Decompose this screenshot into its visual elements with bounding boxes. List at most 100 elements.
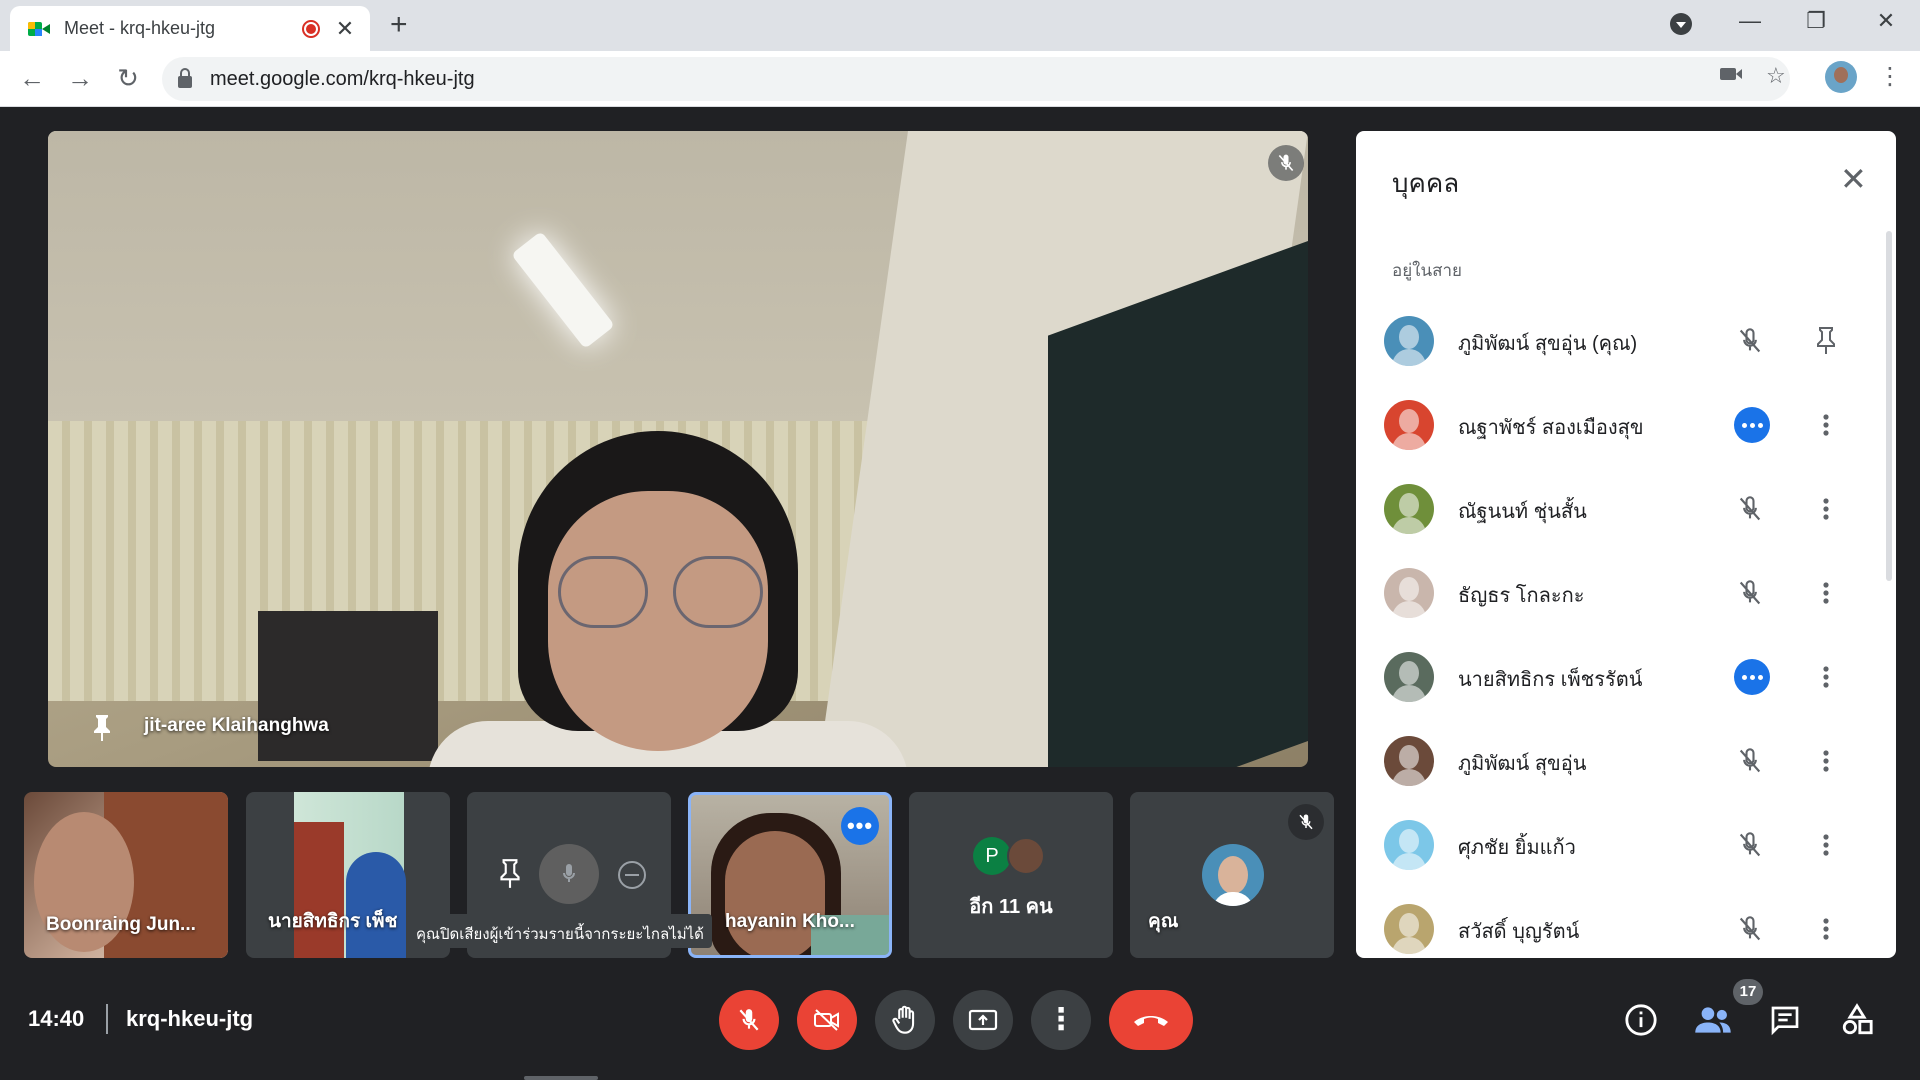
close-panel-button[interactable]: ✕ — [1840, 163, 1867, 195]
activities-button[interactable] — [1837, 1000, 1877, 1040]
chat-icon — [1771, 1006, 1799, 1036]
self-tile[interactable]: คุณ — [1130, 792, 1334, 958]
mute-tile-button[interactable] — [539, 844, 599, 904]
participant-tile[interactable]: Boonraing Jun... — [24, 792, 228, 958]
participant-name: hayanin Kho... — [725, 911, 855, 932]
profile-avatar[interactable] — [1825, 61, 1857, 93]
window-close-button[interactable]: ✕ — [1866, 8, 1906, 34]
person-name: ศุภชัย ยิ้มแก้ว — [1458, 837, 1576, 859]
people-list-item[interactable]: ภูมิพัฒน์ สุขอุ่น — [1356, 719, 1876, 803]
mic-off-icon — [1288, 804, 1324, 840]
panel-scrollbar[interactable] — [1886, 231, 1892, 581]
avatar — [1384, 820, 1434, 870]
avatar — [1384, 568, 1434, 618]
speaking-indicator-icon — [1734, 407, 1770, 443]
raise-hand-button[interactable] — [875, 990, 935, 1050]
more-vert-icon[interactable] — [1808, 911, 1844, 947]
people-list-item[interactable]: นายสิทธิกร เพ็ชรรัตน์ — [1356, 635, 1876, 719]
camera-in-use-icon[interactable] — [1720, 68, 1742, 80]
person-name: ณัฐนนท์ ชุ่นสั้น — [1458, 501, 1587, 523]
recording-indicator-icon — [302, 19, 320, 38]
speaking-indicator-icon — [1734, 659, 1770, 695]
lock-icon — [178, 68, 192, 88]
people-list-item[interactable]: ณัฐนนท์ ชุ่นสั้น — [1356, 467, 1876, 551]
info-icon — [1625, 1004, 1657, 1036]
people-list-item[interactable]: ภูมิพัฒน์ สุขอุ่น (คุณ) — [1356, 299, 1876, 383]
back-button[interactable]: ← — [14, 61, 50, 95]
reload-button[interactable]: ↻ — [110, 61, 146, 95]
more-vert-icon[interactable] — [1808, 659, 1844, 695]
participant-avatar — [1007, 837, 1045, 875]
people-list-item[interactable]: ณฐาพัชร์ สองเมืองสุข — [1356, 383, 1876, 467]
more-vert-icon[interactable] — [1808, 407, 1844, 443]
participant-count-badge: 17 — [1733, 979, 1763, 1005]
people-list-item[interactable]: ศุภชัย ยิ้มแก้ว — [1356, 803, 1876, 887]
forward-button[interactable]: → — [62, 61, 98, 95]
mic-off-icon[interactable] — [1732, 575, 1768, 611]
avatar — [1384, 652, 1434, 702]
meeting-clock: 14:40 — [28, 1006, 85, 1031]
self-name: คุณ — [1148, 911, 1179, 932]
mic-toggle-button[interactable] — [719, 990, 779, 1050]
panel-title: บุคคล — [1392, 168, 1460, 198]
pin-icon — [90, 713, 114, 748]
pin-tile-button[interactable] — [497, 858, 523, 895]
people-list-item[interactable]: ธัญธร โกละกะ — [1356, 551, 1876, 635]
section-label: อยู่ในสาย — [1392, 261, 1462, 280]
window-restore-button[interactable]: ❐ — [1796, 8, 1836, 34]
hand-icon — [892, 1005, 915, 1034]
tab-close-button[interactable]: ✕ — [334, 17, 356, 40]
pin-icon[interactable] — [1808, 323, 1844, 359]
more-vert-icon[interactable] — [1808, 575, 1844, 611]
more-vert-icon[interactable] — [1808, 491, 1844, 527]
people-button[interactable] — [1693, 1000, 1733, 1040]
mic-off-icon[interactable] — [1732, 323, 1768, 359]
more-vert-icon: ⋮ — [1046, 1003, 1076, 1036]
address-bar[interactable]: meet.google.com/krq-hkeu-jtg — [162, 57, 1790, 101]
tab-search-icon[interactable] — [1670, 13, 1692, 35]
browser-menu-icon[interactable]: ⋮ — [1878, 63, 1902, 91]
tab-title: Meet - krq-hkeu-jtg — [64, 18, 216, 38]
avatar — [1384, 484, 1434, 534]
remove-participant-button[interactable] — [617, 860, 647, 895]
bookmark-star-icon[interactable]: ☆ — [1766, 63, 1786, 89]
more-vert-icon[interactable] — [1808, 743, 1844, 779]
person-name: ภูมิพัฒน์ สุขอุ่น (คุณ) — [1458, 333, 1638, 355]
leave-call-button[interactable] — [1109, 990, 1193, 1050]
mic-off-icon[interactable] — [1732, 827, 1768, 863]
scroll-indicator — [524, 1076, 598, 1080]
mic-off-icon[interactable] — [1732, 743, 1768, 779]
person-name: ธัญธร โกละกะ — [1458, 585, 1585, 607]
new-tab-button[interactable]: + — [390, 10, 408, 40]
chat-button[interactable] — [1765, 1000, 1805, 1040]
mic-off-icon[interactable] — [1732, 911, 1768, 947]
present-icon — [968, 1009, 998, 1031]
person-name: ณฐาพัชร์ สองเมืองสุข — [1458, 417, 1644, 439]
people-icon — [1695, 1007, 1731, 1033]
present-screen-button[interactable] — [953, 990, 1013, 1050]
people-list-item[interactable]: สวัสดิ์ บุญรัตน์ — [1356, 887, 1876, 958]
more-participants-tile[interactable]: P อีก 11 คน — [909, 792, 1113, 958]
meeting-details-button[interactable] — [1621, 1000, 1661, 1040]
more-vert-icon[interactable] — [1808, 827, 1844, 863]
people-panel: บุคคล ✕ อยู่ในสาย ภูมิพัฒน์ สุขอุ่น (คุณ… — [1356, 131, 1896, 958]
main-video-tile[interactable]: jit-aree Klaihanghwa — [48, 131, 1308, 767]
divider — [106, 1004, 108, 1034]
tooltip: คุณปิดเสียงผู้เข้าร่วมรายนี้จากระยะไกลไม… — [408, 914, 712, 948]
camera-off-icon — [814, 1009, 839, 1031]
window-minimize-button[interactable]: — — [1730, 8, 1770, 34]
person-name: สวัสดิ์ บุญรัตน์ — [1458, 921, 1580, 943]
person-name: ภูมิพัฒน์ สุขอุ่น — [1458, 753, 1587, 775]
self-avatar — [1202, 844, 1264, 906]
browser-tab[interactable]: Meet - krq-hkeu-jtg ✕ — [10, 6, 370, 51]
participant-name: Boonraing Jun... — [46, 914, 196, 935]
avatar — [1384, 904, 1434, 954]
mic-off-icon — [739, 1009, 759, 1031]
browser-tab-strip: Meet - krq-hkeu-jtg ✕ + — ❐ ✕ — [0, 0, 1920, 51]
mic-off-icon[interactable] — [1732, 491, 1768, 527]
avatar — [1384, 400, 1434, 450]
more-options-button[interactable]: ⋮ — [1031, 990, 1091, 1050]
camera-toggle-button[interactable] — [797, 990, 857, 1050]
url-text: meet.google.com/krq-hkeu-jtg — [210, 67, 475, 90]
participant-tile-speaking[interactable]: ••• hayanin Kho... — [688, 792, 892, 958]
